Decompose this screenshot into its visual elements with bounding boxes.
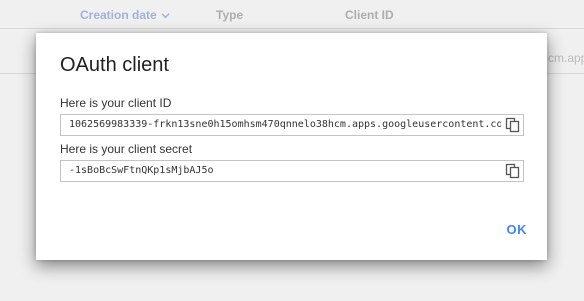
client-id-label: Here is your client ID bbox=[60, 96, 172, 110]
client-id-input[interactable] bbox=[61, 115, 501, 135]
dialog-title: OAuth client bbox=[60, 54, 169, 76]
copy-icon[interactable] bbox=[505, 117, 521, 133]
client-secret-field bbox=[60, 160, 524, 182]
client-secret-label: Here is your client secret bbox=[60, 142, 193, 156]
client-id-field bbox=[60, 114, 524, 136]
oauth-client-dialog: OAuth client Here is your client ID Here… bbox=[36, 33, 547, 260]
client-secret-input[interactable] bbox=[61, 161, 501, 181]
ok-button[interactable]: OK bbox=[507, 222, 528, 237]
copy-icon[interactable] bbox=[505, 163, 521, 179]
